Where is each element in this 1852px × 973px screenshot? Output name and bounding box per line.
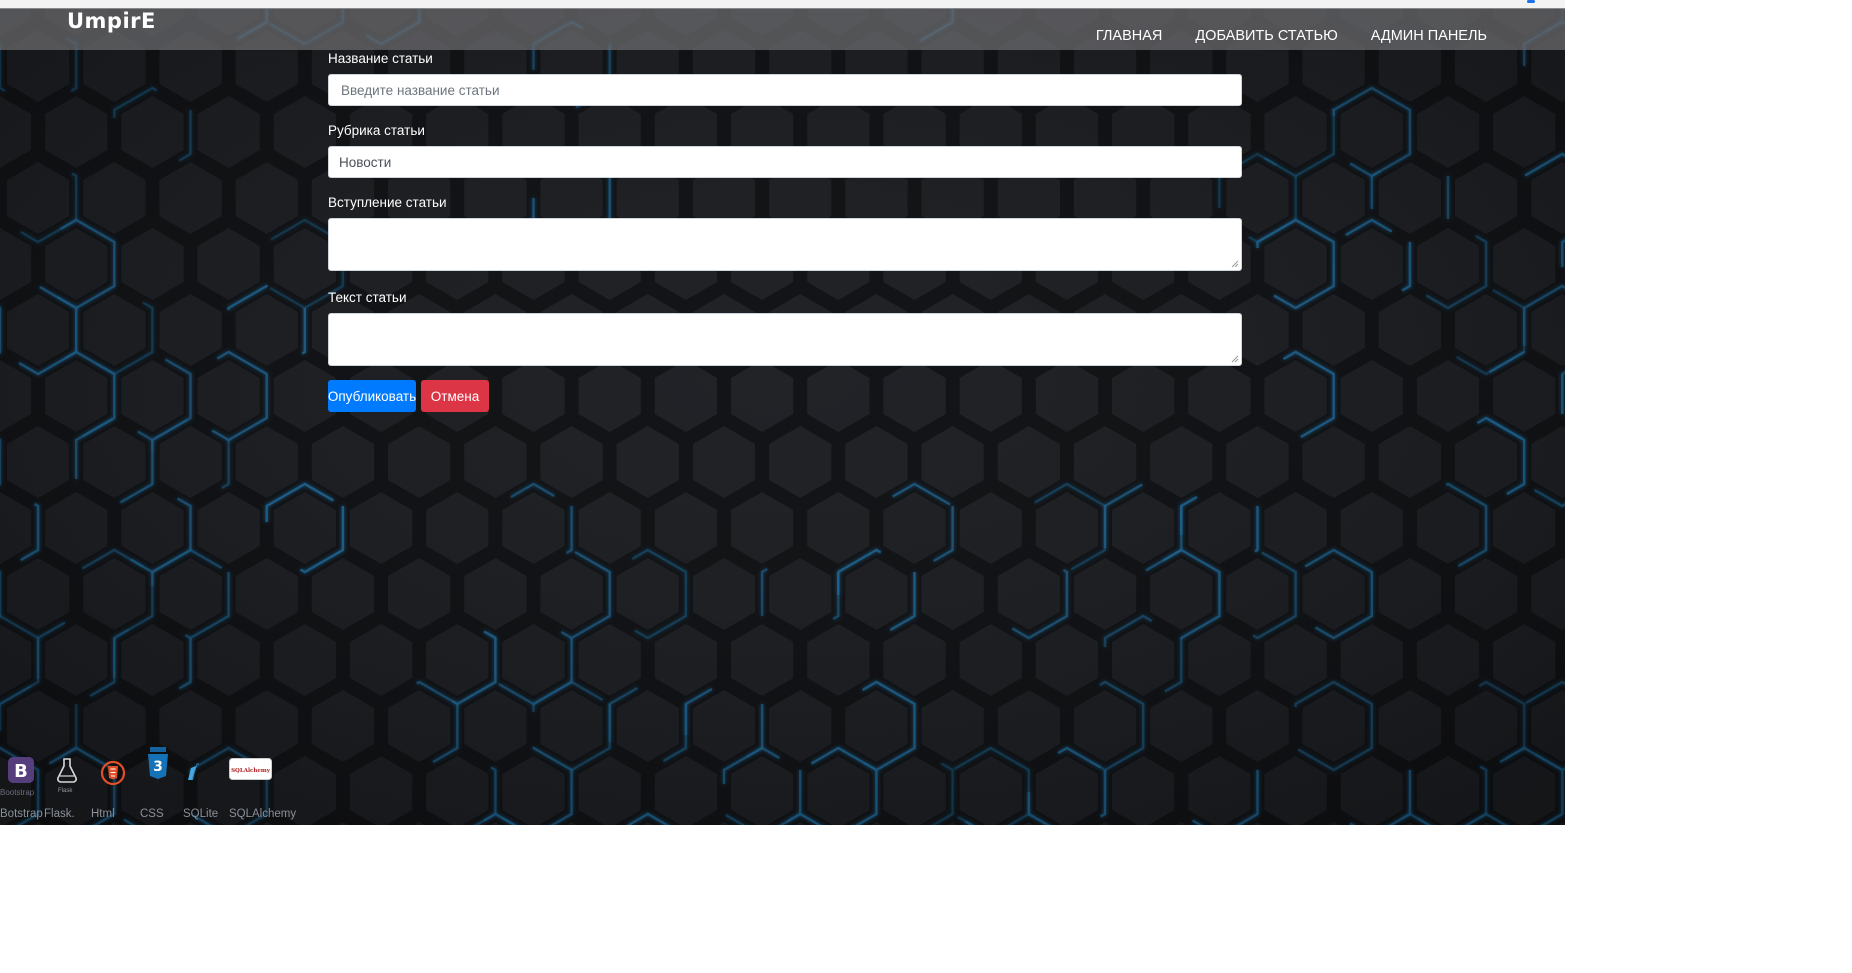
form-actions: Опубликовать Отмена xyxy=(328,380,1242,412)
rubric-label: Рубрика статьи xyxy=(328,123,425,138)
brand-logo[interactable]: UmpirE xyxy=(67,9,156,33)
title-input-wrapper xyxy=(328,74,1242,106)
nav-home-link[interactable]: ГЛАВНАЯ xyxy=(1096,28,1163,44)
nav-links: ГЛАВНАЯ ДОБАВИТЬ СТАТЬЮ АДМИН ПАНЕЛЬ xyxy=(1096,28,1487,44)
sqlalchemy-logo-text: SQLAlchemy xyxy=(231,768,271,774)
resize-handle-icon[interactable] xyxy=(1231,260,1239,268)
article-form: Название статьи Рубрика статьи Новости В… xyxy=(328,50,1242,412)
tech-html[interactable]: Html xyxy=(91,756,126,820)
nav-admin-link[interactable]: АДМИН ПАНЕЛЬ xyxy=(1371,28,1487,44)
sqlite-icon xyxy=(188,763,199,781)
tech-label: SQLite xyxy=(183,808,219,820)
svg-text:B: B xyxy=(14,761,28,782)
tech-css[interactable]: 3 CSS xyxy=(140,747,170,820)
bootstrap-icon: B xyxy=(8,757,34,783)
page-viewport: UmpirE ГЛАВНАЯ ДОБАВИТЬ СТАТЬЮ АДМИН ПАН… xyxy=(0,0,1565,825)
rubric-selected-value: Новости xyxy=(339,154,392,170)
css3-icon: 3 xyxy=(148,747,168,779)
title-label: Название статьи xyxy=(328,51,433,66)
html5-icon xyxy=(100,760,126,786)
resize-handle-icon[interactable] xyxy=(1231,355,1239,363)
svg-text:3: 3 xyxy=(153,759,163,775)
text-textarea[interactable] xyxy=(328,313,1242,366)
tech-label: CSS xyxy=(140,808,164,820)
tech-label: Flask. xyxy=(44,808,75,820)
flask-icon xyxy=(57,758,77,783)
intro-textarea[interactable] xyxy=(328,218,1242,271)
tech-footer: B Bootstrap Botstrap Flask Flask. Html 3… xyxy=(0,747,310,825)
tech-label: Html xyxy=(91,808,115,820)
tech-sqlalchemy[interactable]: SQLAlchemy SQLAlchemy xyxy=(229,756,296,820)
cancel-button[interactable]: Отмена xyxy=(421,380,489,412)
scroll-indicator xyxy=(1527,0,1535,3)
tech-flask[interactable]: Flask Flask. xyxy=(44,756,80,820)
intro-label: Вступление статьи xyxy=(328,195,447,210)
bootstrap-caption: Bootstrap xyxy=(0,788,35,797)
flask-caption: Flask xyxy=(58,788,73,794)
title-input[interactable] xyxy=(339,81,1231,99)
tech-bootstrap[interactable]: B Bootstrap Botstrap xyxy=(0,756,43,820)
text-label: Текст статьи xyxy=(328,290,407,305)
tech-label: SQLAlchemy xyxy=(229,808,297,820)
tech-sqlite[interactable]: SQLite xyxy=(183,756,218,820)
tech-label: Botstrap xyxy=(0,808,43,820)
publish-button[interactable]: Опубликовать xyxy=(328,380,416,412)
navbar: UmpirE ГЛАВНАЯ ДОБАВИТЬ СТАТЬЮ АДМИН ПАН… xyxy=(0,8,1565,50)
sqlalchemy-icon: SQLAlchemy xyxy=(229,758,272,780)
nav-add-article-link[interactable]: ДОБАВИТЬ СТАТЬЮ xyxy=(1195,28,1337,44)
rubric-select[interactable]: Новости xyxy=(328,146,1242,178)
